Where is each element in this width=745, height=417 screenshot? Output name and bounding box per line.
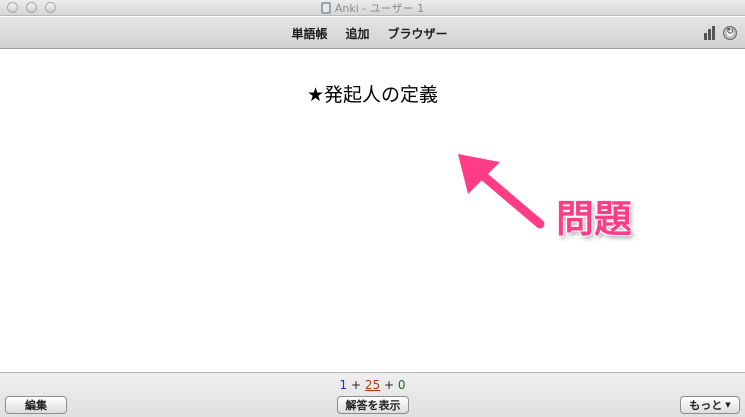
annotation-label: 問題 [556,197,633,241]
window-title-group: Anki - ユーザー 1 [0,0,745,16]
toolbar-icons: ↻ [704,25,737,40]
window-title: Anki - ユーザー 1 [334,2,425,15]
title-bar: Anki - ユーザー 1 [0,0,745,16]
more-button-label: もっと [689,399,723,412]
sync-icon[interactable]: ↻ [723,25,737,40]
learning-count: 25 [364,378,381,392]
stats-icon[interactable] [704,25,719,40]
annotation-arrow [458,154,545,229]
count-separator: + [383,378,395,392]
more-button[interactable]: もっと ▼ [680,396,740,414]
anki-app-icon [320,2,331,14]
edit-button-label: 編集 [25,399,47,412]
edit-button[interactable]: 編集 [5,396,67,414]
show-answer-label: 解答を表示 [345,399,401,412]
toolbar: 単語帳 追加 ブラウザー ↻ [0,17,745,49]
chevron-down-icon: ▼ [725,401,731,409]
main-nav: 単語帳 追加 ブラウザー [0,17,745,49]
card-question: ★発起人の定義 [306,84,439,106]
bottom-bar: 1 + 25 + 0 編集 解答を表示 もっと ▼ [0,372,745,417]
count-separator: + [350,378,362,392]
new-count: 1 [339,378,348,392]
show-answer-button[interactable]: 解答を表示 [337,396,409,414]
nav-add[interactable]: 追加 [345,25,369,42]
nav-browse[interactable]: ブラウザー [388,25,448,42]
nav-decks[interactable]: 単語帳 [291,25,327,42]
due-counts: 1 + 25 + 0 [0,378,745,392]
review-count: 0 [397,378,406,392]
card-area: ★発起人の定義 問題 [0,50,745,372]
